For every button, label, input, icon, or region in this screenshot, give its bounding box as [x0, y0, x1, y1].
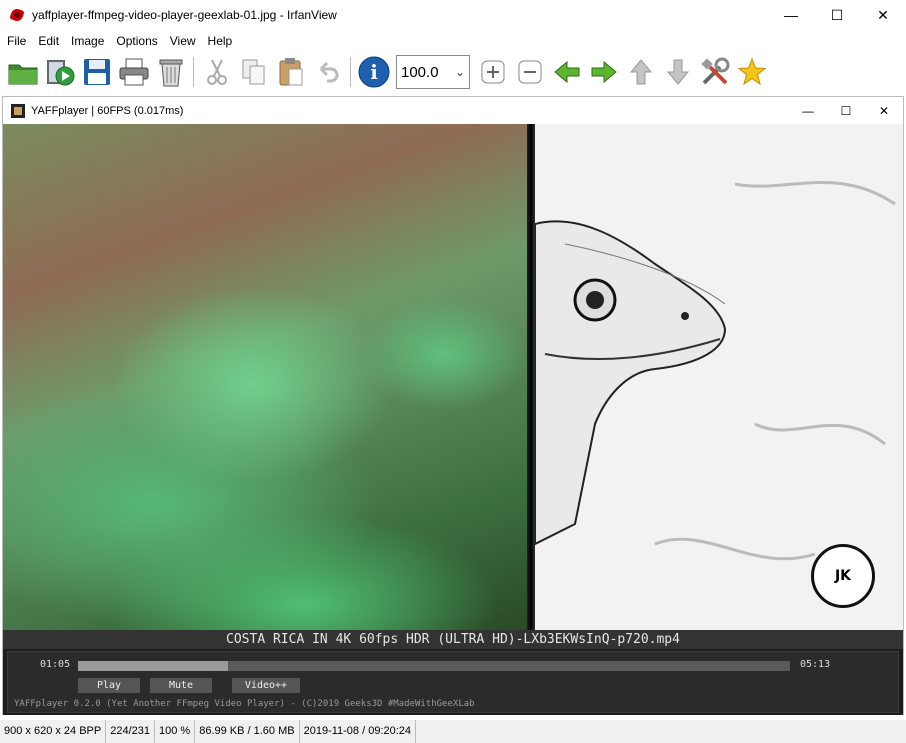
mute-button[interactable]: Mute	[150, 678, 212, 693]
logo-text: JK	[834, 568, 852, 584]
menu-edit[interactable]: Edit	[33, 31, 64, 51]
player-app-icon	[11, 103, 25, 118]
seek-bar[interactable]	[78, 661, 790, 671]
menu-file[interactable]: File	[2, 31, 31, 51]
jk-watermark-logo: JK	[811, 544, 875, 608]
video-plus-button[interactable]: Video++	[232, 678, 300, 693]
zoom-value: 100.0	[401, 63, 439, 81]
star-icon	[737, 57, 766, 86]
player-window: YAFFplayer | 60FPS (0.017ms) — ☐ ✕ JK CO…	[2, 96, 904, 715]
total-time: 05:13	[800, 659, 831, 670]
toolbar-separator	[350, 57, 351, 87]
zoom-out-button[interactable]	[511, 54, 548, 91]
player-window-title: YAFFplayer | 60FPS (0.017ms)	[31, 104, 184, 117]
player-close-button[interactable]: ✕	[865, 97, 903, 124]
printer-icon	[119, 58, 148, 86]
arrow-down-icon	[666, 59, 689, 85]
menu-bar: File Edit Image Options View Help	[0, 31, 237, 51]
image-info-button[interactable]: i	[355, 54, 392, 91]
control-bar: 01:05 05:13 Play Mute Video++ YAFFplayer…	[7, 651, 899, 713]
folder-icon	[8, 64, 37, 85]
zoom-out-icon	[518, 60, 541, 84]
clipboard-icon	[279, 58, 302, 86]
irfanview-app-icon	[9, 7, 25, 23]
maximize-button[interactable]: ☐	[814, 0, 860, 30]
move-down-button[interactable]	[659, 54, 696, 91]
scissors-icon	[206, 59, 227, 85]
seek-bar-fill	[78, 661, 228, 671]
player-maximize-button[interactable]: ☐	[827, 97, 865, 124]
menu-options[interactable]: Options	[111, 31, 162, 51]
video-frame[interactable]: JK	[3, 124, 903, 630]
next-image-button[interactable]	[585, 54, 622, 91]
slideshow-button[interactable]	[41, 54, 78, 91]
paste-button[interactable]	[272, 54, 309, 91]
zoom-in-icon	[481, 60, 504, 84]
previous-image-button[interactable]	[548, 54, 585, 91]
delete-button[interactable]	[152, 54, 189, 91]
move-up-button[interactable]	[622, 54, 659, 91]
trash-can-icon	[159, 59, 182, 87]
undo-button[interactable]	[309, 54, 346, 91]
player-title-bar: YAFFplayer | 60FPS (0.017ms) — ☐ ✕	[3, 97, 903, 124]
menu-view[interactable]: View	[165, 31, 201, 51]
status-dimensions: 900 x 620 x 24 BPP	[0, 720, 107, 743]
player-controls-panel: COSTA RICA IN 4K 60fps HDR (ULTRA HD)-LX…	[3, 630, 903, 715]
status-date: 2019-11-08 / 09:20:24	[300, 720, 417, 743]
status-bar: 900 x 620 x 24 BPP 224/231 100 % 86.99 K…	[0, 720, 906, 743]
arrow-up-icon	[629, 59, 652, 85]
menu-image[interactable]: Image	[66, 31, 109, 51]
info-icon: i	[358, 56, 389, 88]
current-time: 01:05	[40, 659, 71, 670]
save-button[interactable]	[78, 54, 115, 91]
player-credits: YAFFplayer 0.2.0 (Yet Another FFmpeg Vid…	[14, 699, 475, 709]
floppy-disk-icon	[83, 59, 110, 85]
open-folder-button[interactable]	[4, 54, 41, 91]
close-button[interactable]: ✕	[860, 0, 906, 30]
status-zoom: 100 %	[155, 720, 196, 743]
player-minimize-button[interactable]: —	[789, 97, 827, 124]
tools-icon	[700, 57, 729, 85]
arrow-left-icon	[553, 60, 579, 84]
video-filename: COSTA RICA IN 4K 60fps HDR (ULTRA HD)-LX…	[3, 630, 903, 649]
toolbar: i 100.0 ⌄	[0, 52, 906, 92]
play-button[interactable]: Play	[78, 678, 140, 693]
zoom-in-button[interactable]	[474, 54, 511, 91]
copy-icon	[242, 59, 264, 85]
slideshow-icon	[46, 60, 74, 86]
favorites-button[interactable]	[733, 54, 770, 91]
copy-button[interactable]	[235, 54, 272, 91]
zoom-combobox[interactable]: 100.0 ⌄	[396, 55, 470, 89]
iguana-color-image	[3, 124, 527, 630]
cut-button[interactable]	[198, 54, 235, 91]
split-divider	[527, 124, 535, 630]
status-file-size: 86.99 KB / 1.60 MB	[195, 720, 300, 743]
arrow-right-icon	[591, 60, 617, 84]
title-bar: yaffplayer-ffmpeg-video-player-geexlab-0…	[0, 0, 906, 30]
menu-help[interactable]: Help	[203, 31, 238, 51]
properties-button[interactable]	[696, 54, 733, 91]
print-button[interactable]	[115, 54, 152, 91]
window-title: yaffplayer-ffmpeg-video-player-geexlab-0…	[32, 8, 337, 22]
info-glyph: i	[370, 60, 378, 84]
status-file-index: 224/231	[106, 720, 155, 743]
undo-icon	[319, 61, 338, 83]
minimize-button[interactable]: —	[768, 0, 814, 30]
toolbar-separator	[193, 57, 194, 87]
chevron-down-icon[interactable]: ⌄	[455, 65, 465, 79]
